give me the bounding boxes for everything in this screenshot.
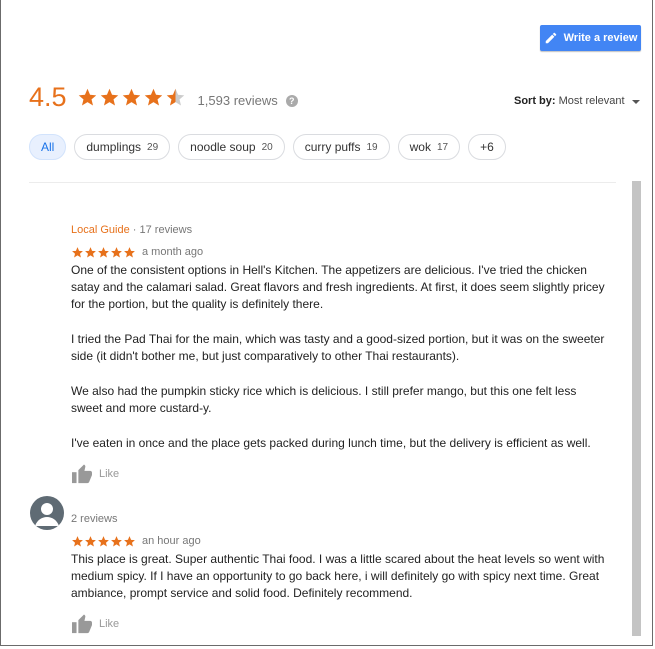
chip-count: 17 <box>436 141 449 153</box>
filter-chip-wok[interactable]: wok 17 <box>397 134 461 160</box>
star-icon <box>85 536 96 547</box>
thumbs-up-icon <box>72 614 92 634</box>
star-icon <box>98 536 109 547</box>
scrollbar-thumb[interactable] <box>632 181 641 636</box>
star-icon <box>124 536 135 547</box>
star-icon <box>144 88 162 106</box>
chip-count: 29 <box>147 141 159 153</box>
chip-label: +6 <box>480 140 494 154</box>
star-icon <box>98 247 109 258</box>
review-stars <box>71 535 136 548</box>
review-item: 2 reviews an hour ago This place is grea… <box>71 511 611 634</box>
review-text: I've eaten in once and the place gets pa… <box>71 436 591 450</box>
chip-label: noodle soup <box>190 140 256 154</box>
review-count-link[interactable]: 1,593 reviews <box>198 93 278 108</box>
default-avatar-icon[interactable] <box>30 496 64 530</box>
local-guide-label[interactable]: Local Guide <box>71 224 130 236</box>
reviewer-review-count: · 17 reviews <box>129 224 193 236</box>
star-icon <box>124 247 135 258</box>
star-icon <box>111 247 122 258</box>
sort-label: Sort by: <box>514 95 556 107</box>
like-button[interactable]: Like <box>71 464 611 484</box>
rating-summary: 4.5 1,593 reviews ? <box>29 84 298 111</box>
star-icon <box>72 247 83 258</box>
chip-count: 20 <box>261 141 273 153</box>
review-stars <box>71 246 136 259</box>
thumbs-up-icon <box>72 464 92 484</box>
like-label: Like <box>99 467 120 480</box>
star-icon <box>78 88 96 106</box>
help-icon[interactable]: ? <box>285 94 298 107</box>
review-item: Local Guide · 17 reviews a month ago One… <box>71 222 611 484</box>
star-icon <box>122 88 140 106</box>
filter-chip-more[interactable]: +6 <box>468 134 506 160</box>
write-review-button[interactable]: Write a review <box>540 25 641 51</box>
sort-dropdown[interactable]: Sort by: Most relevant <box>514 95 640 107</box>
filter-chips: All dumplings 29 noodle soup 20 curry pu… <box>29 134 506 160</box>
sort-value: Most relevant <box>558 95 625 107</box>
review-rating: an hour ago <box>71 533 611 550</box>
like-label: Like <box>99 617 120 630</box>
star-icon <box>100 88 118 106</box>
like-button[interactable]: Like <box>71 614 611 634</box>
reviewer-review-count: 2 reviews <box>71 513 118 525</box>
review-time: an hour ago <box>142 535 201 547</box>
caret-down-icon <box>631 100 640 104</box>
divider <box>29 182 616 183</box>
star-icon <box>85 247 96 258</box>
review-text: I tried the Pad Thai for the main, which… <box>71 332 605 363</box>
star-icon <box>72 536 83 547</box>
review-text: We also had the pumpkin sticky rice whic… <box>71 384 577 415</box>
chip-label: All <box>41 140 55 154</box>
rating-value: 4.5 <box>29 82 67 112</box>
star-icon <box>111 536 122 547</box>
filter-chip-all[interactable]: All <box>29 134 67 160</box>
filter-chip-noodle-soup[interactable]: noodle soup 20 <box>178 134 285 160</box>
rating-stars <box>77 87 186 108</box>
review-rating: a month ago <box>71 244 611 261</box>
chip-label: curry puffs <box>304 140 361 154</box>
chip-label: wok <box>409 140 431 154</box>
review-text: One of the consistent options in Hell's … <box>71 263 605 311</box>
reviewer-meta: Local Guide · 17 reviews <box>71 222 611 239</box>
star-icon <box>166 88 184 106</box>
review-time: a month ago <box>142 246 204 258</box>
chip-label: dumplings <box>86 140 142 154</box>
filter-chip-curry-puffs[interactable]: curry puffs 19 <box>292 134 390 160</box>
write-review-label: Write a review <box>563 32 638 44</box>
review-text: This place is great. Super authentic Tha… <box>71 552 605 600</box>
chip-count: 19 <box>366 141 378 153</box>
pencil-icon <box>545 32 556 44</box>
filter-chip-dumplings[interactable]: dumplings 29 <box>74 134 171 160</box>
